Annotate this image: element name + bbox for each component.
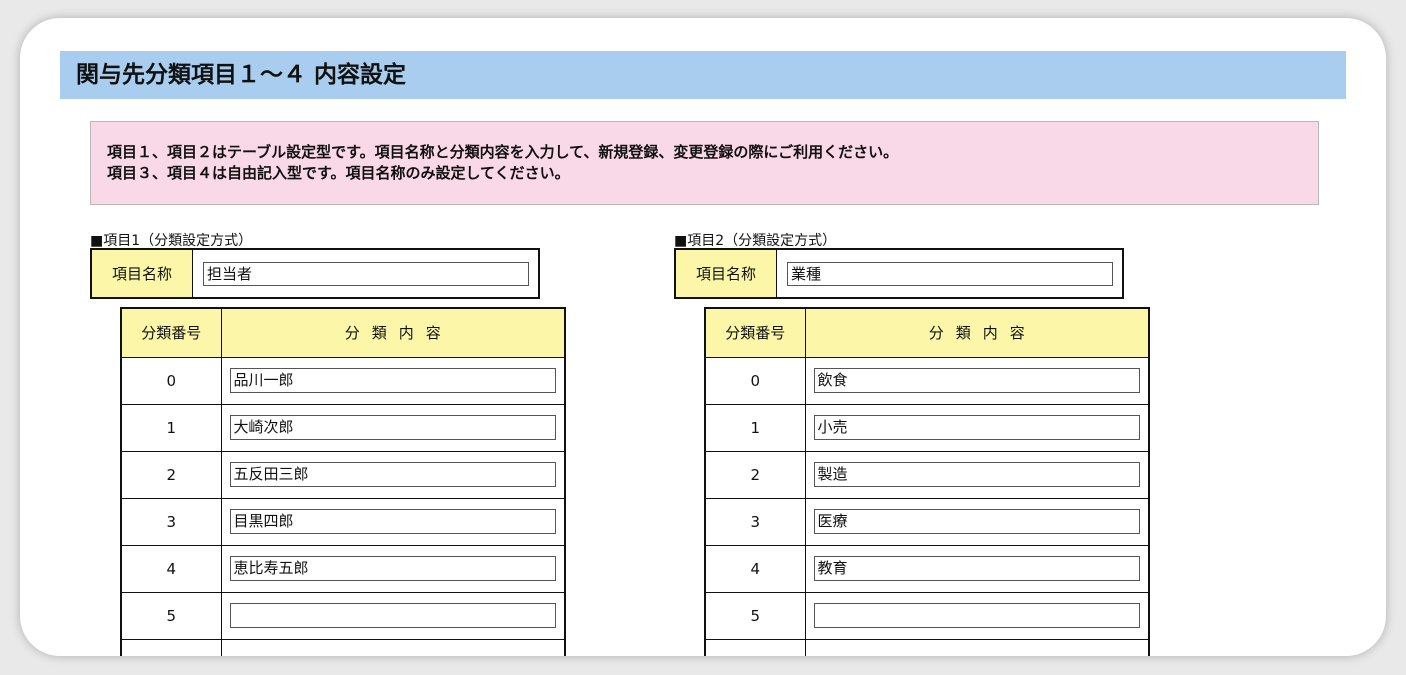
row-cell: 製造 xyxy=(804,450,1150,499)
item1-content-input-5[interactable] xyxy=(229,603,556,628)
item2-name-field-wrap: 業種 xyxy=(777,250,1122,297)
row-cell xyxy=(804,591,1150,640)
item2-classification-table: 分類番号 分類内容 0 飲食 1 小売 2 製造 3 医療 4 教育 5 xyxy=(704,307,1150,656)
row-cell: 医療 xyxy=(804,497,1150,546)
table-row: 1 小売 xyxy=(704,403,1150,452)
row-cell: 品川一郎 xyxy=(220,356,566,405)
item1-content-input-4[interactable]: 恵比寿五郎 xyxy=(229,556,556,581)
item1-classification-table: 分類番号 分類内容 0 品川一郎 1 大崎次郎 2 五反田三郎 3 目黒四郎 4… xyxy=(120,307,566,656)
item1-col-content: 分類内容 xyxy=(220,307,566,358)
row-number: 1 xyxy=(120,403,222,452)
row-number: 0 xyxy=(704,356,806,405)
table-row: 5 xyxy=(704,591,1150,640)
table-row: 3 医療 xyxy=(704,497,1150,546)
table-row: 2 製造 xyxy=(704,450,1150,499)
table-row xyxy=(120,638,566,656)
row-number: 4 xyxy=(704,544,806,593)
row-number: 4 xyxy=(120,544,222,593)
item1-content-input-2[interactable]: 五反田三郎 xyxy=(229,462,556,487)
item2-content-input-4[interactable]: 教育 xyxy=(813,556,1140,581)
table-row: 2 五反田三郎 xyxy=(120,450,566,499)
item2-name-box: 項目名称 業種 xyxy=(674,248,1124,299)
row-number: 2 xyxy=(704,450,806,499)
row-cell: 教育 xyxy=(804,544,1150,593)
item1-content-input-1[interactable]: 大崎次郎 xyxy=(229,415,556,440)
table-row: 0 飲食 xyxy=(704,356,1150,405)
table-row: 4 恵比寿五郎 xyxy=(120,544,566,593)
settings-card: 関与先分類項目１～４ 内容設定 項目１、項目２はテーブル設定型です。項目名称と分… xyxy=(20,18,1386,656)
item2-col-number: 分類番号 xyxy=(704,307,806,358)
row-cell: 飲食 xyxy=(804,356,1150,405)
row-number: 3 xyxy=(120,497,222,546)
table-header-row: 分類番号 分類内容 xyxy=(704,307,1150,358)
table-row: 5 xyxy=(120,591,566,640)
item2-name-label: 項目名称 xyxy=(676,250,777,297)
item1-content-input-0[interactable]: 品川一郎 xyxy=(229,368,556,393)
row-number: 0 xyxy=(120,356,222,405)
item2-name-input[interactable]: 業種 xyxy=(787,261,1113,286)
item2-section-label: ■項目2（分類設定方式） xyxy=(674,233,837,249)
row-number: 2 xyxy=(120,450,222,499)
row-cell: 大崎次郎 xyxy=(220,403,566,452)
row-cell: 目黒四郎 xyxy=(220,497,566,546)
notice-line-2: 項目３、項目４は自由記入型です。項目名称のみ設定してください。 xyxy=(107,164,570,182)
item1-content-input-3[interactable]: 目黒四郎 xyxy=(229,509,556,534)
item1-section-label: ■項目1（分類設定方式） xyxy=(90,233,253,249)
item1-name-label: 項目名称 xyxy=(92,250,193,297)
item2-content-input-1[interactable]: 小売 xyxy=(813,415,1140,440)
item2-content-input-0[interactable]: 飲食 xyxy=(813,368,1140,393)
item2-col-content: 分類内容 xyxy=(804,307,1150,358)
table-row xyxy=(704,638,1150,656)
item1-name-box: 項目名称 担当者 xyxy=(90,248,540,299)
item2-content-input-2[interactable]: 製造 xyxy=(813,462,1140,487)
row-number: 5 xyxy=(704,591,806,640)
table-row: 4 教育 xyxy=(704,544,1150,593)
notice-line-1: 項目１、項目２はテーブル設定型です。項目名称と分類内容を入力して、新規登録、変更… xyxy=(107,143,899,161)
row-number xyxy=(120,638,222,656)
row-number: 5 xyxy=(120,591,222,640)
item2-content-input-3[interactable]: 医療 xyxy=(813,509,1140,534)
item2-content-input-5[interactable] xyxy=(813,603,1140,628)
table-header-row: 分類番号 分類内容 xyxy=(120,307,566,358)
row-cell: 五反田三郎 xyxy=(220,450,566,499)
item1-name-field-wrap: 担当者 xyxy=(193,250,538,297)
row-cell xyxy=(220,638,566,656)
notice-box: 項目１、項目２はテーブル設定型です。項目名称と分類内容を入力して、新規登録、変更… xyxy=(90,121,1319,205)
table-row: 1 大崎次郎 xyxy=(120,403,566,452)
row-cell xyxy=(220,591,566,640)
row-number: 3 xyxy=(704,497,806,546)
row-number xyxy=(704,638,806,656)
row-number: 1 xyxy=(704,403,806,452)
item1-col-number: 分類番号 xyxy=(120,307,222,358)
item1-name-input[interactable]: 担当者 xyxy=(203,261,529,286)
row-cell: 恵比寿五郎 xyxy=(220,544,566,593)
row-cell xyxy=(804,638,1150,656)
page-title: 関与先分類項目１～４ 内容設定 xyxy=(60,51,1346,99)
row-cell: 小売 xyxy=(804,403,1150,452)
table-row: 3 目黒四郎 xyxy=(120,497,566,546)
table-row: 0 品川一郎 xyxy=(120,356,566,405)
